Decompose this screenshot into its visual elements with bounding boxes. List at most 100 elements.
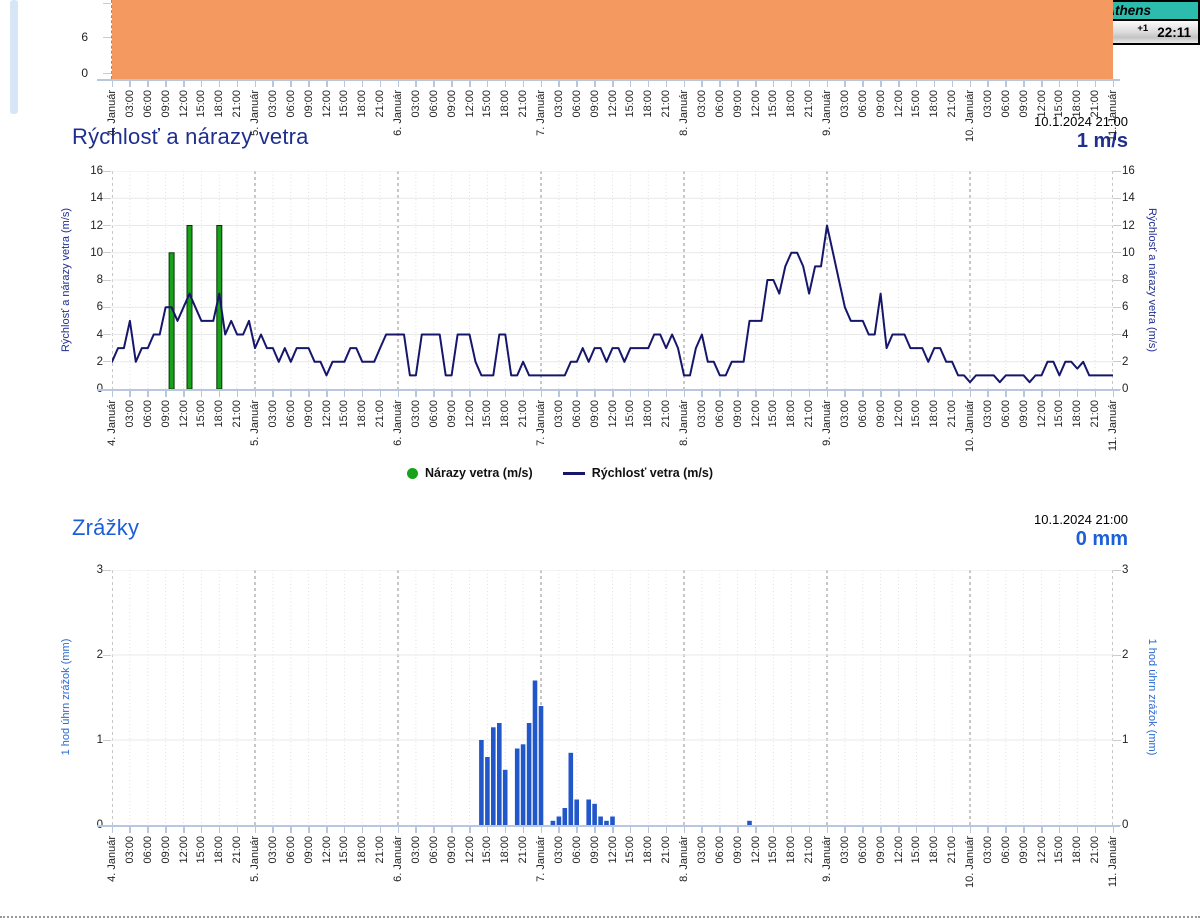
x-axis-tick [862, 81, 864, 87]
y-axis-dash [1113, 171, 1121, 172]
x-tick-label: 21:00 [803, 836, 815, 864]
x-tick-label: 03:00 [267, 400, 279, 428]
x-tick-label: 12:00 [750, 836, 762, 864]
y-axis-dash [1113, 252, 1121, 253]
y-axis-dash [1113, 225, 1121, 226]
x-axis-tick [1005, 81, 1007, 87]
y-axis-dash [1113, 361, 1121, 362]
x-tick-label: 09:00 [1018, 400, 1030, 428]
x-axis-tick [558, 827, 560, 833]
x-axis-tick [755, 827, 757, 833]
x-axis-tick [469, 81, 471, 87]
x-tick-label: 5. Január [249, 400, 261, 446]
x-tick-label: 06:00 [428, 90, 440, 118]
legend-item-gusts: Nárazy vetra (m/s) [407, 466, 533, 480]
x-tick-label: 21:00 [231, 400, 243, 428]
x-tick-label: 09:00 [589, 836, 601, 864]
x-tick-label: 06:00 [142, 836, 154, 864]
x-tick-label: 03:00 [410, 836, 422, 864]
x-tick-label: 18:00 [1071, 400, 1083, 428]
wind-chart [112, 171, 1113, 390]
x-axis-tick [415, 391, 417, 397]
x-tick-label: 09:00 [732, 836, 744, 864]
x-tick-label: 09:00 [875, 400, 887, 428]
x-tick-label: 12:00 [464, 90, 476, 118]
x-tick-label: 18:00 [1071, 90, 1083, 118]
x-axis-tick [862, 391, 864, 397]
x-tick-label: 8. Január [678, 836, 690, 882]
x-tick-label: 18:00 [356, 836, 368, 864]
x-tick-label: 06:00 [285, 90, 297, 118]
x-axis-tick [791, 827, 793, 833]
x-tick-label: 15:00 [481, 400, 493, 428]
x-tick-label: 03:00 [839, 90, 851, 118]
speed-line-icon [563, 472, 585, 475]
y-axis-dash [1113, 307, 1121, 308]
precip-bar [563, 808, 568, 825]
x-tick-label: 06:00 [857, 90, 869, 118]
x-axis-tick [987, 81, 989, 87]
y-tick-label-right: 3 [1122, 563, 1152, 577]
x-axis-tick [344, 827, 346, 833]
x-tick-label: 06:00 [1000, 836, 1012, 864]
y-axis-dash [103, 361, 111, 362]
x-tick-label: 09:00 [303, 836, 315, 864]
x-axis-tick [809, 391, 811, 397]
x-axis-tick [183, 391, 185, 397]
gridlines [112, 570, 1113, 825]
x-axis-tick [433, 81, 435, 87]
x-axis-tick [773, 391, 775, 397]
precip-bar [569, 753, 574, 825]
precip-bar [515, 749, 520, 826]
x-axis-tick [952, 391, 954, 397]
x-tick-label: 15:00 [1053, 400, 1065, 428]
x-tick-label: 21:00 [946, 400, 958, 428]
precip-bar [610, 817, 615, 826]
x-axis-tick [451, 391, 453, 397]
x-axis-tick [648, 827, 650, 833]
x-tick-label: 06:00 [142, 400, 154, 428]
x-tick-label: 4. Január [106, 90, 118, 136]
x-tick-label: 06:00 [857, 400, 869, 428]
x-axis-tick [523, 391, 525, 397]
x-tick-label: 15:00 [624, 836, 636, 864]
x-tick-label: 15:00 [195, 836, 207, 864]
clock-utc-offset: +1 [1137, 23, 1148, 34]
x-tick-label: 09:00 [589, 400, 601, 428]
y-axis-dash [1113, 655, 1121, 656]
y-tick-label: 3 [60, 563, 103, 577]
x-axis-tick [255, 827, 257, 833]
x-axis-tick [630, 81, 632, 87]
x-tick-label: 15:00 [767, 836, 779, 864]
precip-bar [574, 800, 579, 826]
x-axis-tick [290, 827, 292, 833]
gridlines [112, 171, 1113, 389]
x-tick-label: 12:00 [607, 836, 619, 864]
x-axis-tick [183, 827, 185, 833]
y-axis-dash [103, 3, 111, 4]
x-tick-label: 12:00 [178, 400, 190, 428]
x-tick-label: 21:00 [1089, 90, 1101, 118]
x-axis-tick [791, 391, 793, 397]
y-tick-label-right: 1 [1122, 733, 1152, 747]
x-axis-tick [630, 827, 632, 833]
y-axis-dash [103, 334, 111, 335]
x-axis-tick [1023, 391, 1025, 397]
x-axis-tick [344, 81, 346, 87]
x-axis-tick [147, 81, 149, 87]
x-axis-tick [666, 391, 668, 397]
x-axis-tick [1041, 391, 1043, 397]
x-tick-label: 18:00 [213, 400, 225, 428]
precip-bar [533, 681, 538, 826]
x-tick-label: 6. Január [392, 836, 404, 882]
x-tick-label: 12:00 [893, 400, 905, 428]
y-axis-dash [1113, 570, 1121, 571]
x-tick-label: 18:00 [499, 90, 511, 118]
x-tick-label: 9. Január [821, 836, 833, 882]
x-axis-tick [719, 391, 721, 397]
precip-bar [497, 723, 502, 825]
x-axis-tick [272, 81, 274, 87]
precip-bar [491, 727, 496, 825]
x-tick-label: 06:00 [714, 836, 726, 864]
x-axis-tick [898, 391, 900, 397]
